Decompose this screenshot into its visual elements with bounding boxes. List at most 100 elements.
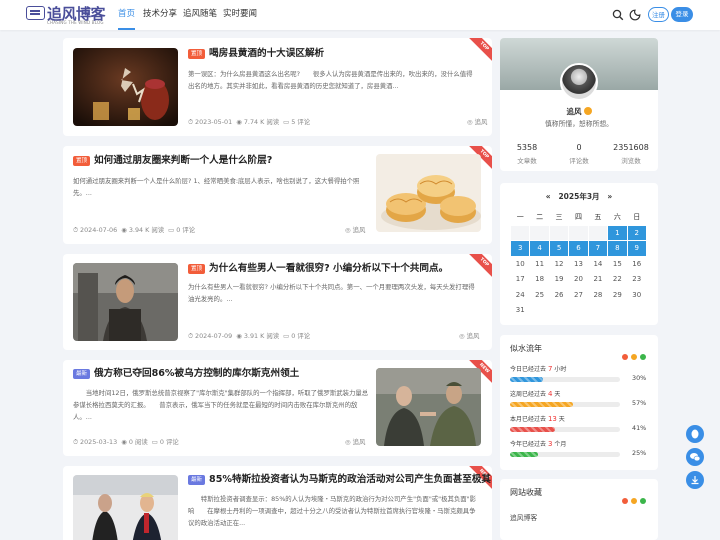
- progress-bar: [510, 377, 620, 382]
- post-title[interactable]: 俄方称已夺回86%被乌方控制的库尔斯克州领土: [94, 368, 299, 379]
- progress-percent: 25%: [632, 449, 647, 457]
- next-month-button[interactable]: »: [607, 192, 612, 201]
- logo-subtitle: CHASING THE WIND BLOG: [47, 20, 104, 25]
- calendar-day[interactable]: 10: [509, 255, 531, 272]
- calendar-day[interactable]: 12: [548, 255, 570, 272]
- calendar-empty-cell: [548, 302, 570, 319]
- post-excerpt: 第一误区：为什么房县黄酒这么出名呢? 很多人认为房县黄酒是传出来的，吹出来的，没…: [188, 70, 473, 90]
- calendar-day[interactable]: 8: [607, 240, 628, 257]
- stat-comments: 0 评论数: [569, 143, 589, 165]
- progress-label: 这周已经过去 4 天: [510, 390, 561, 398]
- calendar-empty-cell: [509, 224, 531, 241]
- post-card[interactable]: TOP 置顶 喝房县黄酒的十大误区解析 第一误区：为什么房县黄酒这么出名呢? 很多…: [63, 38, 492, 136]
- calendar-day[interactable]: 27: [568, 286, 589, 303]
- calendar-day[interactable]: 19: [548, 271, 570, 288]
- calendar-day[interactable]: 31: [509, 302, 531, 319]
- calendar-empty-cell: [548, 224, 570, 241]
- nav-news[interactable]: 实时要闻: [223, 0, 257, 30]
- green-dot: [640, 498, 646, 504]
- profile-name[interactable]: 追风: [500, 106, 658, 117]
- progress-fill: [510, 402, 573, 407]
- post-title[interactable]: 喝房县黄酒的十大误区解析: [209, 48, 324, 59]
- yellow-dot: [631, 354, 637, 360]
- calendar-day[interactable]: 18: [529, 271, 550, 288]
- post-title[interactable]: 为什么有些男人一看就很穷? 小编分析以下十个共同点。: [209, 263, 448, 274]
- calendar-day[interactable]: 30: [626, 286, 648, 303]
- calendar-day[interactable]: 7: [587, 240, 609, 257]
- sticky-tag: 置顶: [188, 264, 206, 274]
- calendar-day[interactable]: 15: [607, 255, 628, 272]
- widget-title: 网站收藏: [510, 488, 542, 497]
- avatar[interactable]: [560, 63, 598, 101]
- post-excerpt: 为什么有些男人一看就很穷? 小编分析以下十个共同点。第一、一个月要理两次头发，每…: [188, 283, 475, 303]
- calendar-day[interactable]: 26: [548, 286, 570, 303]
- progress-label: 今日已经过去 7 小时: [510, 365, 567, 373]
- calendar-day[interactable]: 28: [587, 286, 609, 303]
- calendar-title: 2025年3月: [558, 192, 600, 201]
- login-button[interactable]: 登录: [671, 7, 693, 22]
- post-author[interactable]: ◎ 追风: [467, 117, 487, 126]
- progress-percent: 41%: [632, 424, 647, 432]
- post-card[interactable]: TOP 置顶 如何通过朋友圈来判断一个人是什么阶层? 如何通过朋友圈来判断一个人是…: [63, 146, 492, 244]
- prev-month-button[interactable]: «: [546, 192, 551, 201]
- post-thumbnail[interactable]: [73, 475, 178, 540]
- time-progress-widget: 似水流年 今日已经过去 7 小时 30% 这周已经过去 4 天 57% 本月已经过去 1…: [500, 335, 658, 470]
- back-to-top-button[interactable]: [686, 471, 704, 489]
- post-meta: ⏱ 2024-07-06 ◉ 3.94 K 阅读 ▭ 0 评论: [73, 226, 196, 234]
- calendar-day[interactable]: 3: [509, 240, 531, 257]
- chat-button[interactable]: [686, 425, 704, 443]
- calendar-day[interactable]: 11: [529, 255, 550, 272]
- post-meta: ⏱ 2025-03-13 ◉ 0 阅读 ▭ 0 评论: [73, 438, 179, 446]
- calendar-day[interactable]: 22: [607, 271, 628, 288]
- calendar-day[interactable]: 9: [626, 240, 648, 257]
- calendar-day[interactable]: 13: [568, 255, 589, 272]
- red-dot: [622, 354, 628, 360]
- calendar-day[interactable]: 4: [529, 240, 550, 257]
- post-author[interactable]: ◎ 追风: [345, 437, 365, 446]
- post-thumbnail[interactable]: [376, 368, 481, 446]
- post-thumbnail[interactable]: [73, 263, 178, 341]
- latest-tag: 最新: [73, 369, 91, 379]
- calendar-day[interactable]: 14: [587, 255, 609, 272]
- favorites-widget: 网站收藏 追风博客: [500, 479, 658, 540]
- search-icon[interactable]: [612, 9, 624, 21]
- favorite-link[interactable]: 追风博客: [510, 512, 537, 522]
- signup-button[interactable]: 注册: [648, 7, 669, 22]
- post-title[interactable]: 85%特斯拉投资者认为马斯克的政治活动对公司产生负面甚至极其...: [209, 474, 492, 485]
- calendar-day[interactable]: 2: [626, 224, 648, 241]
- calendar-day[interactable]: 29: [607, 286, 628, 303]
- site-logo[interactable]: 追风博客 CHASING THE WIND BLOG: [26, 4, 106, 26]
- wechat-icon: [690, 453, 701, 462]
- post-thumbnail[interactable]: [376, 154, 481, 232]
- calendar-day[interactable]: 17: [509, 271, 531, 288]
- calendar-widget: « 2025年3月 » 一二三四五六日 1 2 3 4 5 6 7 8 9 10 11 12 13 14 15…: [500, 183, 658, 325]
- calendar-day[interactable]: 24: [509, 286, 531, 303]
- calendar-day[interactable]: 16: [626, 255, 648, 272]
- calendar-day[interactable]: 6: [568, 240, 589, 257]
- logo-icon: [26, 6, 45, 20]
- window-dots: [619, 489, 646, 508]
- nav-home[interactable]: 首页: [118, 0, 136, 30]
- progress-percent: 57%: [632, 399, 647, 407]
- calendar-day[interactable]: 1: [607, 224, 628, 241]
- calendar-day[interactable]: 5: [548, 240, 570, 257]
- post-thumbnail[interactable]: [73, 48, 178, 126]
- post-title[interactable]: 如何通过朋友圈来判断一个人是什么阶层?: [94, 155, 272, 166]
- post-author[interactable]: ◎ 追风: [345, 225, 365, 234]
- post-card[interactable]: NEW 最新 85%特斯拉投资者认为马斯克的政治活动对公司产生负面甚至极其... …: [63, 466, 492, 540]
- calendar-day[interactable]: 20: [568, 271, 589, 288]
- post-card[interactable]: NEW 最新 俄方称已夺回86%被乌方控制的库尔斯克州领土 当地时间12日，俄罗斯…: [63, 360, 492, 456]
- nav-essays[interactable]: 追风随笔: [183, 0, 217, 30]
- wechat-button[interactable]: [686, 448, 704, 466]
- calendar-day[interactable]: 21: [587, 271, 609, 288]
- calendar-day[interactable]: 25: [529, 286, 550, 303]
- calendar-day[interactable]: 23: [626, 271, 648, 288]
- nav-tech[interactable]: 技术分享: [143, 0, 177, 30]
- post-card[interactable]: TOP 置顶 为什么有些男人一看就很穷? 小编分析以下十个共同点。 为什么有些男人…: [63, 254, 492, 350]
- post-author[interactable]: ◎ 追风: [459, 331, 479, 340]
- sticky-tag: 置顶: [188, 49, 206, 59]
- post-excerpt: 特斯拉投资者调查显示：85%的人认为埃隆・马斯克的政治行为对公司产生"负面"或"…: [188, 495, 476, 527]
- calendar-empty-cell: [568, 302, 589, 319]
- theme-toggle-icon[interactable]: [629, 9, 641, 21]
- top-ribbon: TOP: [466, 254, 492, 280]
